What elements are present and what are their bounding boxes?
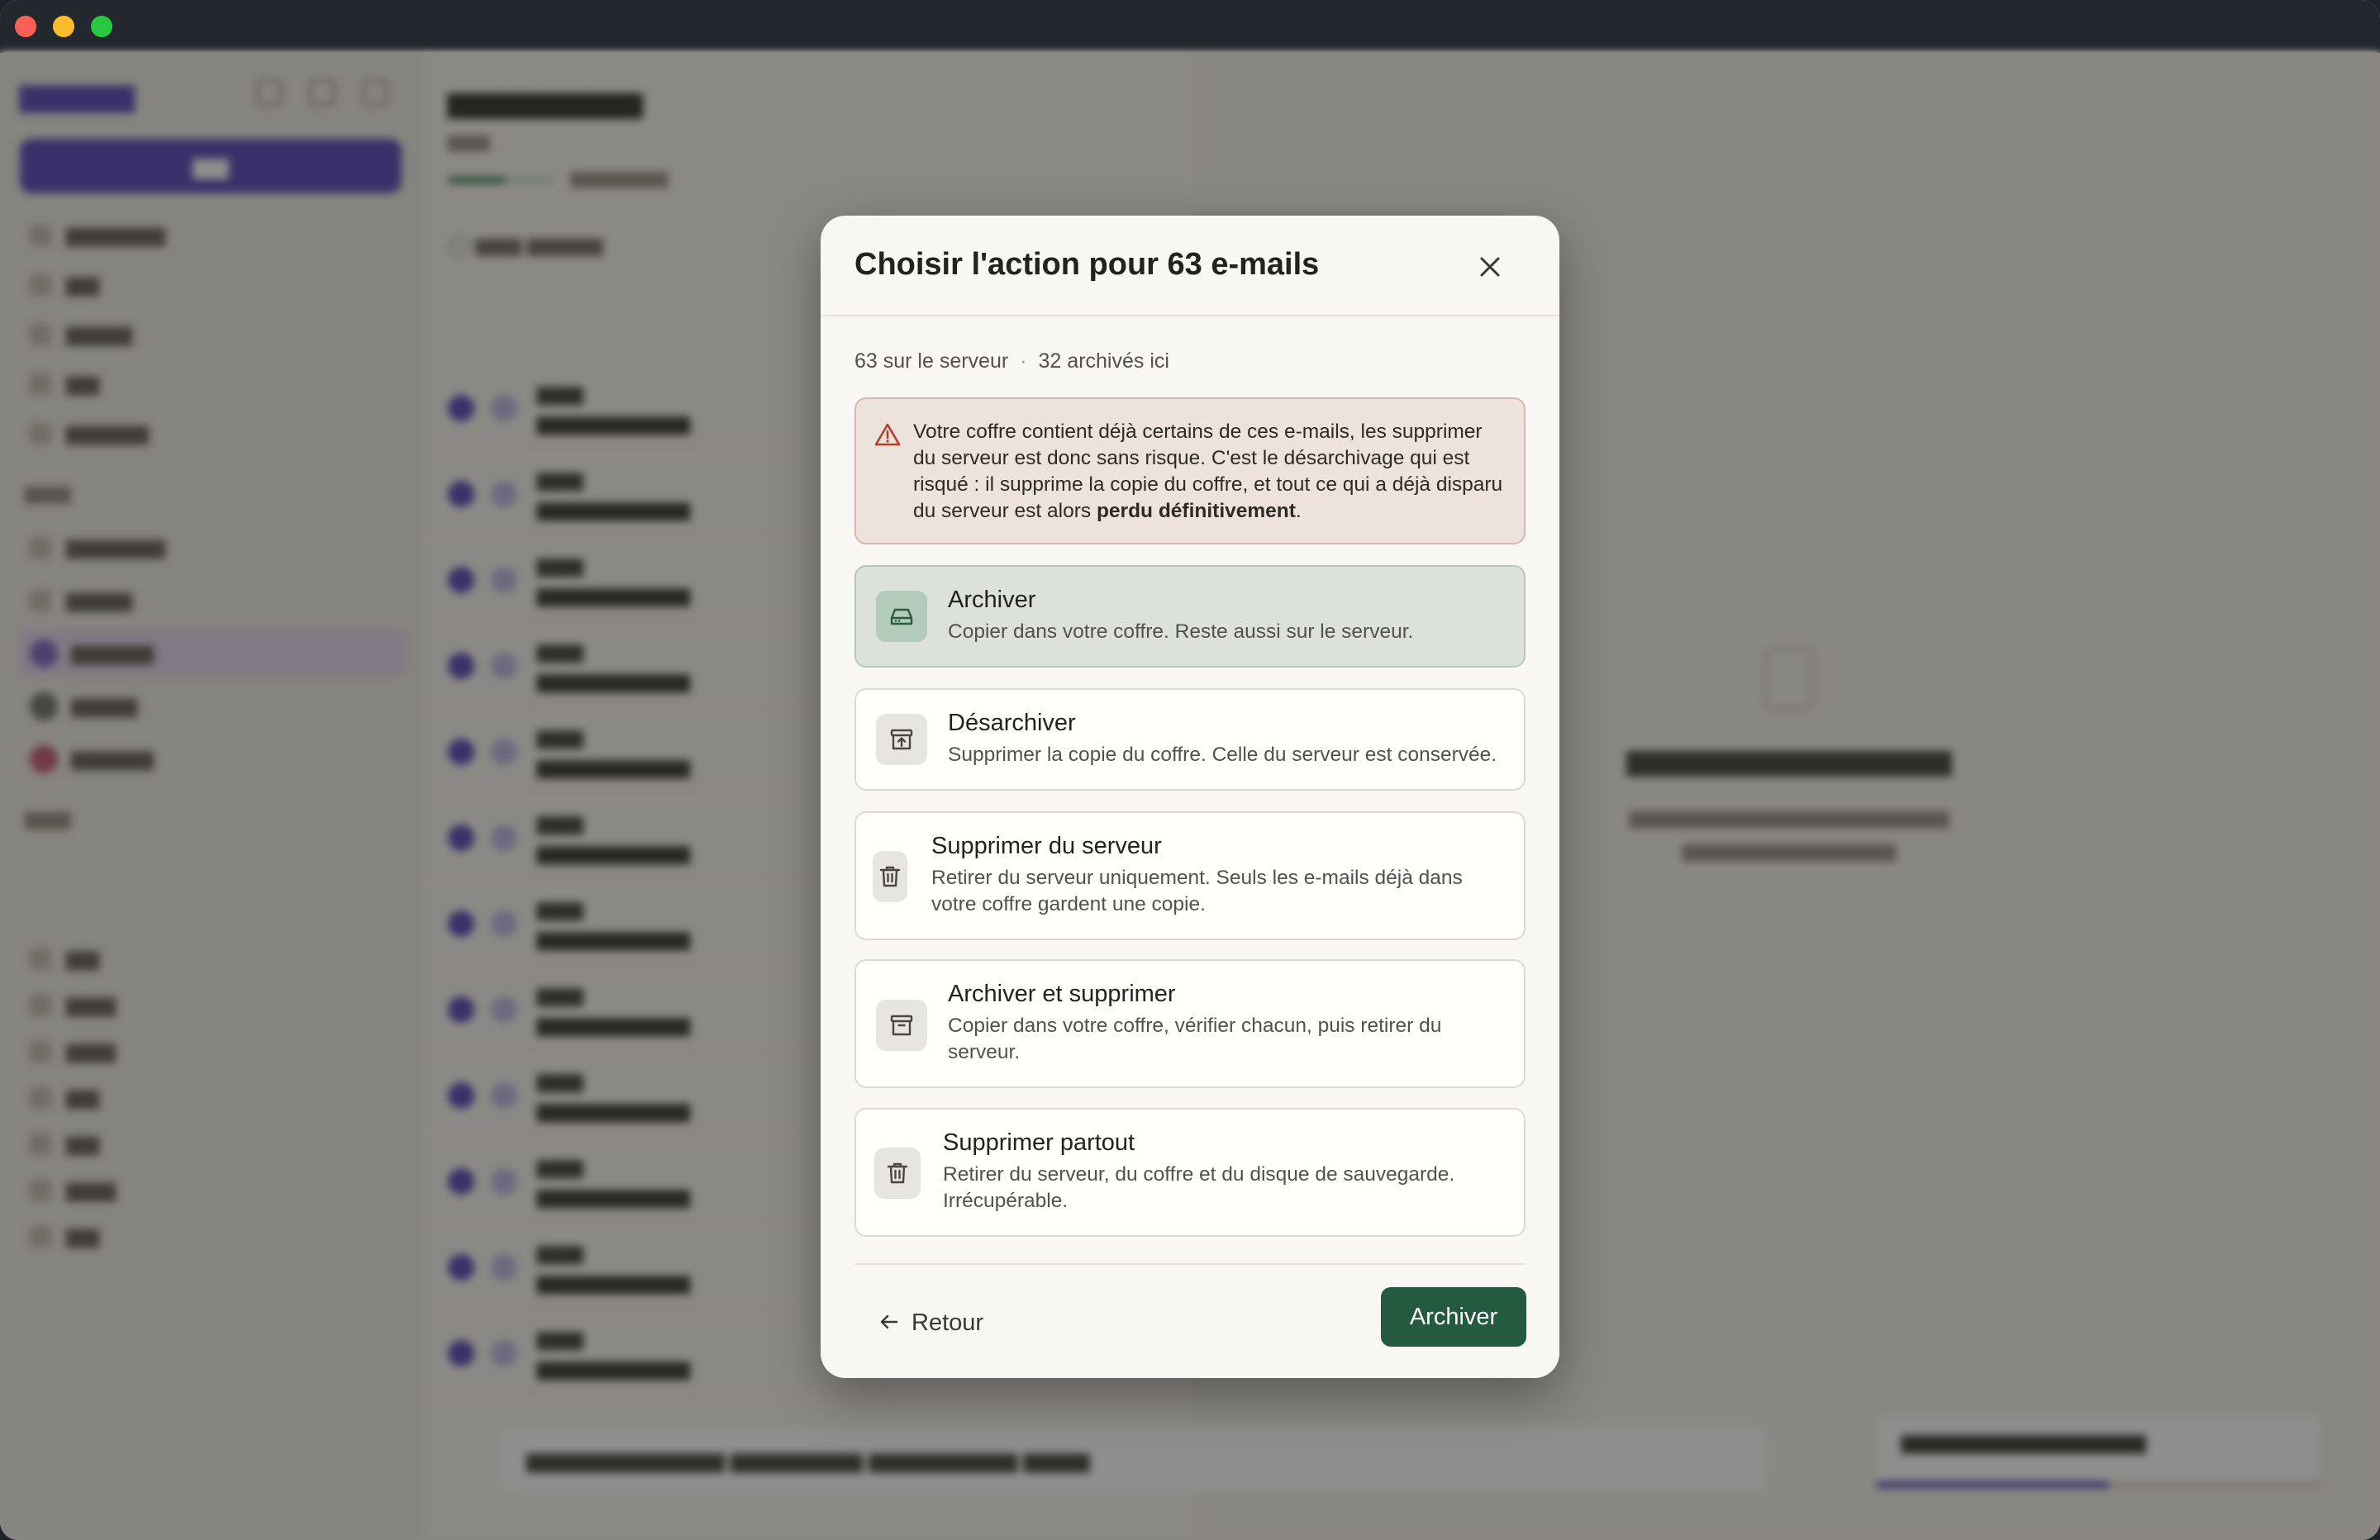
trash-icon [873,851,907,902]
close-window-button[interactable] [15,16,36,37]
warning-text-end: . [1295,500,1302,522]
arrow-left-icon [880,1315,898,1329]
trash-icon [874,1148,921,1199]
back-button[interactable]: Retour [878,1298,983,1348]
close-button[interactable] [1473,250,1507,283]
option-description: Copier dans votre coffre. Reste aussi su… [948,620,1414,643]
option-archive-delete[interactable]: Archiver et supprimer Copier dans votre … [854,959,1526,1088]
option-description: Retirer du serveur uniquement. Seuls les… [931,867,1463,915]
option-title: Supprimer partout [943,1129,1135,1156]
hard-drive-icon [876,591,927,642]
option-delete-server[interactable]: Supprimer du serveur Retirer du serveur … [854,811,1526,940]
warning-text: Votre coffre contient déjà certains de c… [913,419,1508,525]
archive-box-icon [876,1000,927,1051]
maximize-window-button[interactable] [91,16,112,37]
option-archive[interactable]: Archiver Copier dans votre coffre. Reste… [854,565,1526,668]
option-description: Retirer du serveur, du coffre et du disq… [943,1163,1455,1212]
option-description: Supprimer la copie du coffre. Celle du s… [948,744,1497,766]
minimize-window-button[interactable] [53,16,74,37]
dialog-header: Choisir l'action pour 63 e-mails [821,216,1559,316]
option-delete-everywhere[interactable]: Supprimer partout Retirer du serveur, du… [854,1108,1526,1237]
option-unarchive[interactable]: Désarchiver Supprimer la copie du coffre… [854,688,1526,791]
option-title: Désarchiver [948,710,1076,736]
dialog-meta: 63 sur le serveur · 32 archivés ici [854,349,1169,373]
meta-separator: · [1020,349,1027,373]
dialog-title: Choisir l'action pour 63 e-mails [854,247,1320,282]
archived-count: 32 archivés ici [1038,349,1169,373]
close-icon [1480,257,1500,277]
warning-banner: Votre coffre contient déjà certains de c… [854,397,1526,544]
unarchive-icon [876,714,927,765]
footer-divider [854,1263,1526,1265]
option-title: Supprimer du serveur [931,833,1162,859]
option-title: Archiver et supprimer [948,981,1176,1007]
server-count: 63 sur le serveur [854,349,1009,373]
action-dialog: Choisir l'action pour 63 e-mails 63 sur … [821,216,1559,1378]
back-label: Retour [912,1309,984,1336]
warning-triangle-icon [874,423,901,446]
title-bar [0,0,2380,53]
option-description: Copier dans votre coffre, vérifier chacu… [948,1015,1442,1063]
option-title: Archiver [948,587,1036,613]
app-window: ▆▆▆▆▆ ▆▆ ▆▆▆▆▆▆ ▆▆ ▆▆▆▆ ▆▆ ▆▆▆▆▆ ▆▆▆ ▆▆▆… [0,0,2380,1540]
archive-button[interactable]: Archiver [1381,1287,1526,1347]
warning-text-emphasis: perdu définitivement [1096,500,1296,522]
